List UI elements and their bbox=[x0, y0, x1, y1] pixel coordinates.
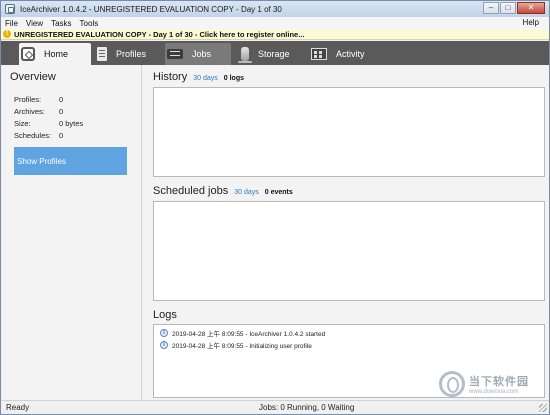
history-count: 0 logs bbox=[223, 75, 244, 82]
log-entry[interactable]: i 2019-04-28 上午 8:09:55 - Initializing u… bbox=[160, 340, 312, 350]
stat-label: Schedules: bbox=[14, 131, 52, 140]
watermark-logo: 当下软件园 www.downxia.com bbox=[439, 371, 529, 397]
warning-icon: ! bbox=[3, 30, 11, 38]
close-button[interactable]: ✕ bbox=[517, 2, 545, 14]
stat-archives: Archives: 0 bbox=[14, 107, 63, 116]
scheduled-panel bbox=[153, 201, 545, 301]
log-entry[interactable]: i 2019-04-28 上午 8:09:55 - IceArchiver 1.… bbox=[160, 328, 325, 338]
status-bar: Ready Jobs: 0 Running, 0 Waiting bbox=[1, 400, 549, 414]
logs-header: Logs bbox=[153, 309, 177, 321]
stat-profiles: Profiles: 0 bbox=[14, 95, 63, 104]
log-text: 2019-04-28 上午 8:09:55 - IceArchiver 1.0.… bbox=[172, 331, 326, 338]
tab-storage-label: Storage bbox=[258, 49, 290, 59]
tab-activity-label: Activity bbox=[336, 49, 365, 59]
watermark-url: www.downxia.com bbox=[469, 389, 519, 395]
stat-label: Profiles: bbox=[14, 95, 42, 104]
stat-value: 0 bbox=[59, 131, 64, 140]
tab-home-label: Home bbox=[44, 49, 69, 59]
overview-title: Overview bbox=[10, 71, 56, 83]
menu-help[interactable]: Help bbox=[519, 18, 543, 27]
resize-grip-icon[interactable] bbox=[539, 404, 547, 412]
menu-bar: File View Tasks Tools Help bbox=[1, 17, 549, 29]
menu-tasks[interactable]: Tasks bbox=[47, 19, 75, 28]
window-title: IceArchiver 1.0.4.2 - UNREGISTERED EVALU… bbox=[20, 4, 282, 14]
log-text: 2019-04-28 上午 8:09:55 - Initializing use… bbox=[172, 343, 312, 350]
logs-title: Logs bbox=[153, 309, 177, 321]
minimize-button[interactable]: – bbox=[483, 2, 499, 14]
jobs-status: Jobs: 0 Running, 0 Waiting bbox=[259, 403, 355, 412]
jobs-icon bbox=[167, 49, 183, 59]
watermark-cn: 当下软件园 bbox=[469, 376, 529, 388]
info-icon: i bbox=[160, 329, 168, 337]
window-controls: – □ ✕ bbox=[482, 2, 545, 14]
menu-file[interactable]: File bbox=[1, 19, 22, 28]
menu-view[interactable]: View bbox=[22, 19, 47, 28]
banner-text[interactable]: UNREGISTERED EVALUATION COPY - Day 1 of … bbox=[14, 30, 304, 39]
app-icon bbox=[5, 4, 15, 14]
stat-schedules: Schedules: 0 bbox=[14, 131, 63, 140]
scheduled-header: Scheduled jobs 30 days 0 events bbox=[153, 185, 293, 197]
scheduled-range-link[interactable]: 30 days bbox=[234, 189, 259, 196]
tab-jobs[interactable]: Jobs bbox=[165, 43, 231, 65]
storage-icon bbox=[238, 47, 252, 63]
overview-sidebar: Overview Profiles: 0 Archives: 0 Size: 0… bbox=[2, 65, 142, 400]
registration-banner[interactable]: ! UNREGISTERED EVALUATION COPY - Day 1 o… bbox=[1, 29, 549, 40]
history-panel bbox=[153, 87, 545, 177]
main-content: History 30 days 0 logs Scheduled jobs 30… bbox=[143, 65, 549, 400]
stat-value: 0 bytes bbox=[59, 119, 84, 128]
status-text: Ready bbox=[6, 403, 30, 412]
main-nav: Home Profiles Jobs Storage Activity bbox=[1, 41, 549, 65]
maximize-button[interactable]: □ bbox=[500, 2, 516, 14]
tab-storage[interactable]: Storage bbox=[238, 43, 305, 65]
info-icon: i bbox=[160, 341, 168, 349]
tab-home[interactable]: Home bbox=[19, 43, 91, 65]
menu-tools[interactable]: Tools bbox=[76, 19, 103, 28]
stat-label: Archives: bbox=[14, 107, 45, 116]
history-header: History 30 days 0 logs bbox=[153, 71, 244, 83]
watermark-text: 当下软件园 www.downxia.com bbox=[469, 373, 529, 395]
home-icon bbox=[21, 47, 35, 61]
stat-label: Size: bbox=[14, 119, 31, 128]
activity-icon bbox=[311, 48, 327, 60]
profiles-icon bbox=[97, 47, 107, 61]
stat-value: 0 bbox=[59, 107, 64, 116]
tab-jobs-label: Jobs bbox=[192, 49, 212, 59]
app-window: IceArchiver 1.0.4.2 - UNREGISTERED EVALU… bbox=[0, 0, 550, 415]
history-range-link[interactable]: 30 days bbox=[193, 75, 218, 82]
history-title: History bbox=[153, 71, 188, 83]
tab-profiles[interactable]: Profiles bbox=[97, 43, 165, 65]
tab-profiles-label: Profiles bbox=[116, 49, 147, 59]
tab-activity[interactable]: Activity bbox=[311, 43, 375, 65]
scheduled-title: Scheduled jobs bbox=[153, 185, 229, 197]
show-profiles-button[interactable]: Show Profiles bbox=[14, 147, 127, 175]
stat-value: 0 bbox=[59, 95, 64, 104]
stat-size: Size: 0 bytes bbox=[14, 119, 83, 128]
title-bar[interactable]: IceArchiver 1.0.4.2 - UNREGISTERED EVALU… bbox=[1, 1, 549, 17]
watermark-icon bbox=[439, 371, 465, 397]
scheduled-count: 0 events bbox=[264, 189, 293, 196]
